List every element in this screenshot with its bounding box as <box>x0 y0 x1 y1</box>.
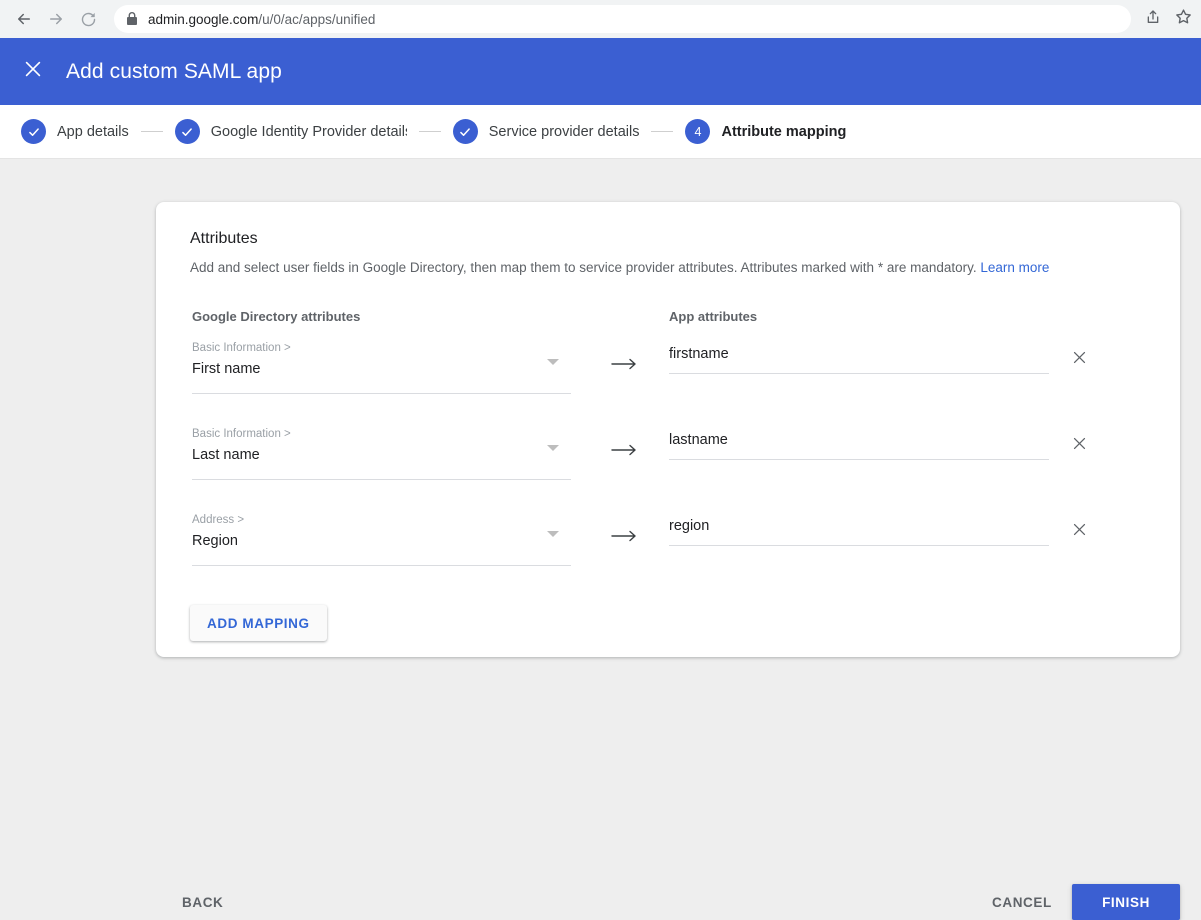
directory-attribute-category: Basic Information > <box>192 428 291 440</box>
mapping-arrow <box>609 357 639 376</box>
address-bar[interactable]: admin.google.com/u/0/ac/apps/unified <box>114 5 1131 33</box>
column-header-directory: Google Directory attributes <box>192 309 361 324</box>
chevron-down-icon <box>547 445 559 451</box>
page-title: Add custom SAML app <box>66 59 282 83</box>
remove-mapping-button[interactable] <box>1066 347 1092 373</box>
browser-reload-button[interactable] <box>72 3 104 35</box>
stepper-label: Google Identity Provider details <box>210 123 407 140</box>
directory-attribute-select[interactable]: Basic Information > First name <box>192 339 571 394</box>
app-attribute-input[interactable]: region <box>669 513 1049 546</box>
stepper-label: Service provider details <box>488 123 640 140</box>
back-arrow-icon <box>15 10 33 28</box>
app-attribute-input[interactable]: lastname <box>669 427 1049 460</box>
close-icon <box>1071 521 1088 543</box>
browser-actions <box>1139 5 1197 33</box>
app-header: Add custom SAML app <box>0 38 1201 105</box>
right-arrow-icon <box>611 357 637 376</box>
app-attribute-input[interactable]: firstname <box>669 341 1049 374</box>
stepper-step-app-details[interactable]: App details <box>21 119 129 144</box>
add-mapping-button[interactable]: ADD MAPPING <box>190 605 327 641</box>
reload-icon <box>80 11 97 28</box>
url-text: admin.google.com/u/0/ac/apps/unified <box>148 12 375 27</box>
app-attribute-value: lastname <box>669 432 728 448</box>
share-icon <box>1145 9 1161 30</box>
close-icon <box>1071 349 1088 371</box>
directory-attribute-select[interactable]: Basic Information > Last name <box>192 425 571 480</box>
finish-button[interactable]: FINISH <box>1072 884 1180 920</box>
stepper: App details Google Identity Provider det… <box>0 105 1201 159</box>
directory-attribute-category: Basic Information > <box>192 342 291 354</box>
bookmark-button[interactable] <box>1169 5 1197 33</box>
directory-attribute-value: First name <box>192 361 261 377</box>
footer: BACK CANCEL FINISH <box>0 704 1201 920</box>
step-complete-icon <box>452 119 478 144</box>
stepper-step-service-provider-details[interactable]: Service provider details <box>452 119 640 144</box>
directory-attribute-value: Region <box>192 533 238 549</box>
attributes-card: Attributes Add and select user fields in… <box>156 202 1180 657</box>
browser-back-button[interactable] <box>8 3 40 35</box>
right-arrow-icon <box>611 443 637 462</box>
page-body: Attributes Add and select user fields in… <box>0 159 1201 920</box>
stepper-separator <box>418 131 441 132</box>
app-attribute-value: firstname <box>669 346 729 362</box>
stepper-separator <box>140 131 163 132</box>
chevron-down-icon <box>547 531 559 537</box>
column-header-app: App attributes <box>669 309 758 324</box>
close-dialog-button[interactable] <box>18 57 48 87</box>
app-attribute-value: region <box>669 518 710 534</box>
directory-attribute-value: Last name <box>192 447 260 463</box>
forward-arrow-icon <box>47 10 65 28</box>
mapping-arrow <box>609 529 639 548</box>
card-title: Attributes <box>190 230 258 247</box>
close-icon <box>22 58 44 85</box>
url-path: /u/0/ac/apps/unified <box>258 11 376 27</box>
card-description-text: Add and select user fields in Google Dir… <box>190 260 977 275</box>
directory-attribute-select[interactable]: Address > Region <box>192 511 571 566</box>
remove-mapping-button[interactable] <box>1066 519 1092 545</box>
card-description: Add and select user fields in Google Dir… <box>190 260 1049 275</box>
close-icon <box>1071 435 1088 457</box>
stepper-step-attribute-mapping[interactable]: 4 Attribute mapping <box>685 119 846 144</box>
chevron-down-icon <box>547 359 559 365</box>
step-complete-icon <box>174 119 200 144</box>
url-domain: admin.google.com <box>148 11 259 27</box>
stepper-separator <box>651 131 674 132</box>
remove-mapping-button[interactable] <box>1066 433 1092 459</box>
step-number-badge: 4 <box>685 119 711 144</box>
mapping-row: Address > Region region <box>156 511 1180 597</box>
stepper-label: App details <box>57 123 129 140</box>
back-button[interactable]: BACK <box>166 884 239 920</box>
mapping-row: Basic Information > First name firstname <box>156 339 1180 425</box>
right-arrow-icon <box>611 529 637 548</box>
learn-more-link[interactable]: Learn more <box>980 260 1049 275</box>
mapping-rows: Basic Information > First name firstname <box>156 339 1180 597</box>
star-icon <box>1175 8 1192 30</box>
mapping-arrow <box>609 443 639 462</box>
browser-forward-button[interactable] <box>40 3 72 35</box>
step-complete-icon <box>21 119 46 144</box>
cancel-button[interactable]: CANCEL <box>976 884 1068 920</box>
stepper-step-google-identity-provider-details[interactable]: Google Identity Provider details <box>174 119 407 144</box>
share-button[interactable] <box>1139 5 1167 33</box>
stepper-label: Attribute mapping <box>721 123 847 140</box>
lock-icon <box>126 12 138 26</box>
browser-toolbar: admin.google.com/u/0/ac/apps/unified <box>0 0 1201 38</box>
mapping-row: Basic Information > Last name lastname <box>156 425 1180 511</box>
directory-attribute-category: Address > <box>192 514 245 526</box>
